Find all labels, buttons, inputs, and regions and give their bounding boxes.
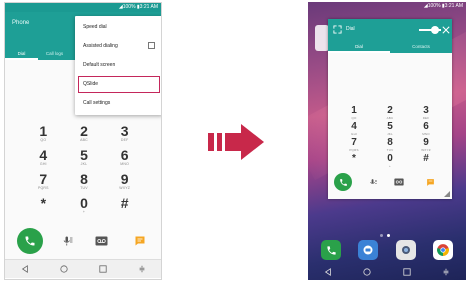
transition-arrow-icon [208,124,264,160]
key-5[interactable]: 5 JKL [372,122,408,137]
key-6[interactable]: 6 MNO [104,148,145,167]
key-0[interactable]: 0 + [64,196,105,215]
expand-icon[interactable] [333,25,342,34]
resize-handle-icon[interactable] [444,191,450,197]
voicemail-icon[interactable] [394,177,404,187]
close-icon[interactable] [442,26,450,34]
phone-icon [339,178,347,186]
key-8[interactable]: 8 TUV [64,172,105,191]
home-icon[interactable] [59,264,69,274]
menu-item-speed-dial[interactable]: Speed dial [75,18,161,37]
phone-icon [25,236,35,246]
qslide-dialer-body: 1 QO 2 ABC 3 DEF 4 GHI 5 JKL 6 MNO 7 PQRS 8 TUV … [328,53,452,199]
voice-dial-icon[interactable] [61,234,75,248]
key-5[interactable]: 5 JKL [64,148,105,167]
voice-dial-icon[interactable] [368,177,378,187]
tab-dial[interactable]: Dial [328,41,390,53]
tab-contacts[interactable]: Contacts [390,41,452,53]
key-2[interactable]: 2 ABC [372,106,408,121]
back-icon[interactable] [20,264,30,274]
tab-dial[interactable]: Dial [5,48,38,60]
call-button[interactable] [17,228,43,254]
key-1[interactable]: 1 QO [336,106,372,121]
home-icon[interactable] [362,267,372,277]
key-8[interactable]: 8 TUV [372,138,408,153]
recents-icon[interactable] [402,267,412,277]
app-title: Phone [12,20,30,26]
dual-window-icon[interactable] [137,264,147,274]
right-phone-screen: ◢100% ▮3:21 AM Dial Dial Contacts 1 QO 2A… [308,2,466,280]
page-indicator [380,234,390,237]
voicemail-icon[interactable] [94,234,108,248]
status-bar: ◢100% ▮3:21 AM [5,3,161,12]
menu-item-label: Assisted dialing [83,43,118,49]
tab-bar: Dial Contacts [328,41,452,53]
dial-actions [5,224,161,258]
call-button[interactable] [334,173,352,191]
key-3[interactable]: 3 DEF [104,124,145,143]
status-bar: ◢100% ▮3:21 AM [423,3,463,9]
key-9[interactable]: 9 WXYZ [104,172,145,191]
dial-keypad: 1 QO 2 ABC 3 DEF 4 GHI 5 JKL 6 MNO 7 PQRS 8 TUV … [23,124,145,215]
key-0[interactable]: 0 + [372,154,408,169]
page-dot-active [387,234,390,237]
key-1[interactable]: 1 QO [23,124,64,143]
menu-item-call-settings[interactable]: Call settings [75,94,161,113]
key-7[interactable]: 7 PQRS [336,138,372,153]
navigation-bar [308,264,466,280]
key-star[interactable]: * [23,196,64,215]
app-dock [321,240,453,262]
page-dot [380,234,383,237]
key-hash[interactable]: # [104,196,145,215]
assisted-dialing-checkbox[interactable] [148,42,155,49]
menu-item-default-screen[interactable]: Default screen [75,56,161,75]
back-icon[interactable] [323,267,333,277]
message-icon[interactable] [133,234,147,248]
qslide-title: Dial [346,26,355,32]
background-app-icon[interactable] [315,25,329,51]
transparency-slider[interactable] [419,26,441,34]
messages-app-icon[interactable] [358,240,379,260]
chrome-app-icon[interactable] [432,240,453,260]
recents-icon[interactable] [98,264,108,274]
dial-keypad: 1 QO 2 ABC 3 DEF 4 GHI 5 JKL 6 MNO 7 PQRS 8 TUV … [336,106,444,169]
phone-app-icon[interactable] [321,240,341,260]
qslide-title-bar[interactable]: Dial [328,19,452,41]
left-phone-screen: ◢100% ▮3:21 AM Phone Dial Call logs 1 QO … [4,2,162,280]
camera-app-icon[interactable] [395,240,416,260]
menu-item-assisted-dialing[interactable]: Assisted dialing [75,37,161,56]
overflow-menu: Speed dial Assisted dialing Default scre… [75,16,161,115]
navigation-bar [5,259,161,278]
qslide-window[interactable]: Dial Dial Contacts 1 QO 2 ABC 3 DEF 4 GHI 5J… [328,19,452,199]
key-3[interactable]: 3 DEF [408,106,444,121]
key-9[interactable]: 9 WXYZ [408,138,444,153]
key-4[interactable]: 4 GHI [23,148,64,167]
tab-call-logs[interactable]: Call logs [38,48,71,60]
key-7[interactable]: 7 PQRS [23,172,64,191]
message-icon[interactable] [425,177,435,187]
key-hash[interactable]: # [408,154,444,168]
dual-window-icon[interactable] [441,267,451,277]
key-star[interactable]: * [336,154,372,168]
key-4[interactable]: 4 GHI [336,122,372,137]
dial-actions [328,173,452,193]
key-2[interactable]: 2 ABC [64,124,105,143]
key-6[interactable]: 6 MNO [408,122,444,137]
menu-item-qslide[interactable]: QSlide [77,75,161,94]
slider-knob[interactable] [431,26,439,34]
